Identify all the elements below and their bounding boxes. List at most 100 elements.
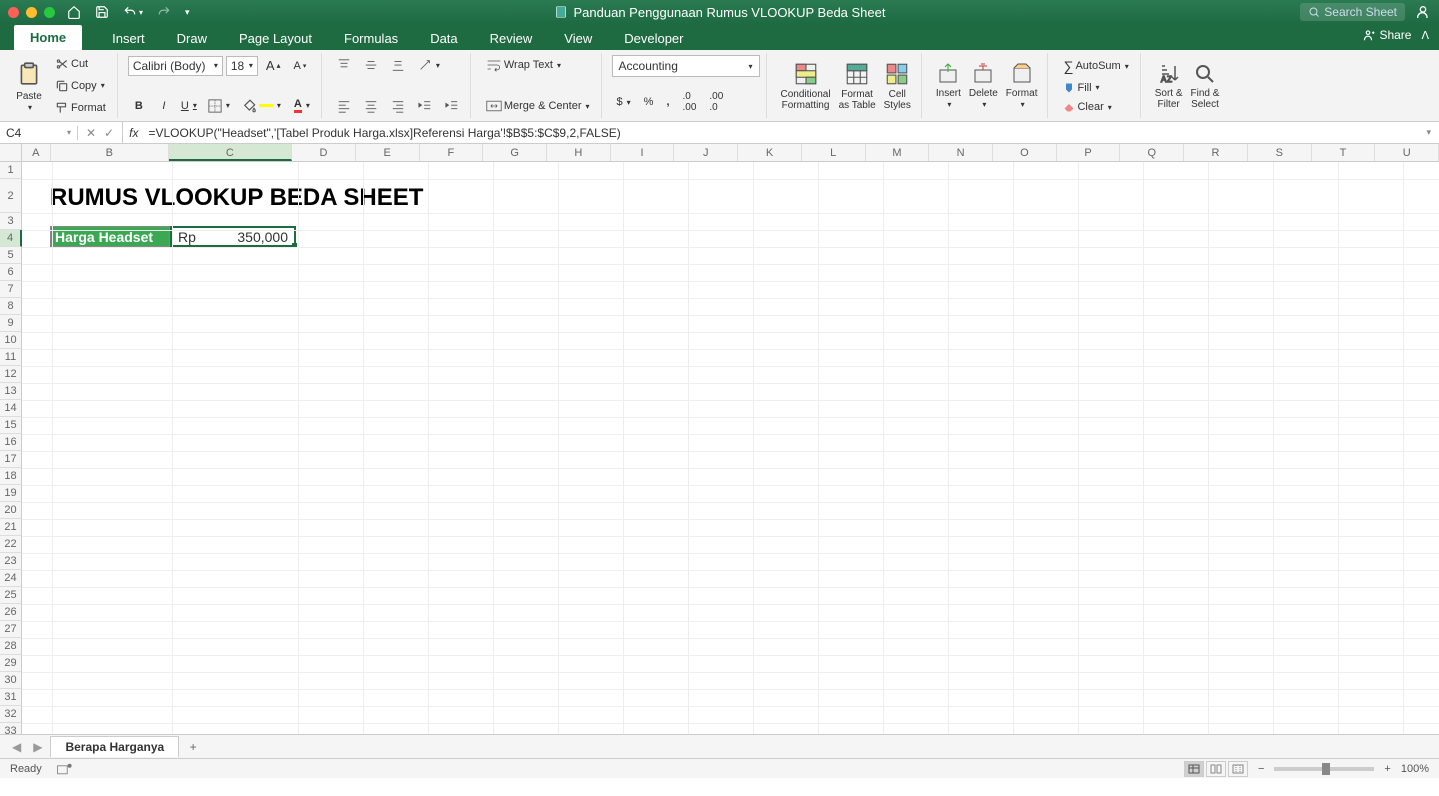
redo-icon[interactable] — [157, 5, 171, 19]
col-header-F[interactable]: F — [420, 144, 484, 161]
sheet-nav-prev-icon[interactable]: ◀ — [8, 740, 25, 754]
increase-font-button[interactable]: A▴ — [261, 55, 286, 76]
decrease-decimal-button[interactable]: .00.0 — [704, 88, 728, 116]
align-middle-button[interactable] — [359, 55, 383, 75]
col-header-R[interactable]: R — [1184, 144, 1248, 161]
row-header-12[interactable]: 12 — [0, 366, 22, 383]
row-header-23[interactable]: 23 — [0, 553, 22, 570]
clear-button[interactable]: Clear▾ — [1058, 98, 1133, 116]
add-sheet-button[interactable]: + — [183, 737, 203, 757]
format-as-table-button[interactable]: Format as Table — [835, 59, 880, 113]
search-sheet-input[interactable]: Search Sheet — [1300, 3, 1405, 21]
col-header-J[interactable]: J — [674, 144, 738, 161]
col-header-N[interactable]: N — [929, 144, 993, 161]
delete-cells-button[interactable]: Delete▾ — [965, 60, 1002, 112]
row-header-2[interactable]: 2 — [0, 179, 22, 213]
currency-button[interactable]: $▾ — [612, 93, 636, 111]
wrap-text-button[interactable]: Wrap Text▾ — [481, 55, 595, 75]
fx-icon[interactable]: fx — [123, 126, 144, 140]
tab-formulas[interactable]: Formulas — [342, 27, 400, 50]
fill-color-button[interactable]: ▾ — [238, 96, 286, 116]
row-header-10[interactable]: 10 — [0, 332, 22, 349]
decrease-font-button[interactable]: A▾ — [289, 57, 312, 75]
row-header-11[interactable]: 11 — [0, 349, 22, 366]
align-center-button[interactable] — [359, 96, 383, 116]
tab-draw[interactable]: Draw — [175, 27, 209, 50]
increase-decimal-button[interactable]: .0.00 — [678, 88, 702, 116]
conditional-formatting-button[interactable]: Conditional Formatting — [777, 59, 835, 113]
spreadsheet-grid[interactable]: ABCDEFGHIJKLMNOPQRSTU 123456789101112131… — [0, 144, 1439, 734]
save-icon[interactable] — [95, 5, 109, 19]
col-header-A[interactable]: A — [22, 144, 51, 161]
tab-review[interactable]: Review — [488, 27, 535, 50]
fill-button[interactable]: Fill▾ — [1058, 79, 1133, 97]
col-header-I[interactable]: I — [611, 144, 675, 161]
row-header-25[interactable]: 25 — [0, 587, 22, 604]
row-header-24[interactable]: 24 — [0, 570, 22, 587]
close-window-button[interactable] — [8, 7, 19, 18]
find-select-button[interactable]: Find & Select — [1187, 60, 1224, 112]
zoom-slider[interactable] — [1274, 767, 1374, 771]
row-header-20[interactable]: 20 — [0, 502, 22, 519]
row-header-16[interactable]: 16 — [0, 434, 22, 451]
col-header-P[interactable]: P — [1057, 144, 1121, 161]
share-button[interactable]: Share — [1361, 28, 1411, 42]
align-top-button[interactable] — [332, 55, 356, 75]
home-icon[interactable] — [67, 5, 81, 19]
number-format-select[interactable]: Accounting▾ — [612, 55, 760, 77]
select-all-corner[interactable] — [0, 144, 22, 161]
col-header-H[interactable]: H — [547, 144, 611, 161]
paste-button[interactable]: Paste▾ — [12, 55, 46, 116]
cancel-formula-icon[interactable]: ✕ — [86, 126, 96, 140]
sheet-nav-next-icon[interactable]: ▶ — [29, 740, 46, 754]
row-header-6[interactable]: 6 — [0, 264, 22, 281]
cut-button[interactable]: Cut — [50, 54, 111, 74]
sort-filter-button[interactable]: AZSort & Filter — [1151, 60, 1187, 112]
row-header-27[interactable]: 27 — [0, 621, 22, 638]
minimize-window-button[interactable] — [26, 7, 37, 18]
row-header-15[interactable]: 15 — [0, 417, 22, 434]
col-header-B[interactable]: B — [51, 144, 169, 161]
tab-data[interactable]: Data — [428, 27, 459, 50]
col-header-K[interactable]: K — [738, 144, 802, 161]
row-header-31[interactable]: 31 — [0, 689, 22, 706]
page-layout-view-button[interactable] — [1206, 761, 1226, 777]
percent-button[interactable]: % — [639, 93, 659, 111]
row-header-22[interactable]: 22 — [0, 536, 22, 553]
row-header-4[interactable]: 4 — [0, 230, 22, 247]
italic-button[interactable]: I — [153, 97, 175, 115]
row-header-5[interactable]: 5 — [0, 247, 22, 264]
bold-button[interactable]: B — [128, 97, 150, 115]
row-header-18[interactable]: 18 — [0, 468, 22, 485]
col-header-G[interactable]: G — [483, 144, 547, 161]
underline-button[interactable]: U▾ — [178, 97, 200, 115]
row-header-28[interactable]: 28 — [0, 638, 22, 655]
maximize-window-button[interactable] — [44, 7, 55, 18]
name-box[interactable]: C4▾ — [0, 126, 78, 140]
orientation-button[interactable]: ▾ — [413, 55, 445, 75]
font-color-button[interactable]: A▾ — [289, 95, 315, 116]
col-header-E[interactable]: E — [356, 144, 420, 161]
col-header-C[interactable]: C — [169, 144, 293, 161]
normal-view-button[interactable] — [1184, 761, 1204, 777]
formula-input[interactable]: =VLOOKUP("Headset",'[Tabel Produk Harga.… — [144, 126, 1418, 140]
cell-styles-button[interactable]: Cell Styles — [880, 59, 915, 113]
align-left-button[interactable] — [332, 96, 356, 116]
col-header-D[interactable]: D — [292, 144, 356, 161]
row-header-19[interactable]: 19 — [0, 485, 22, 502]
row-header-1[interactable]: 1 — [0, 162, 22, 179]
increase-indent-button[interactable] — [440, 96, 464, 116]
macro-recording-icon[interactable] — [56, 762, 72, 776]
col-header-M[interactable]: M — [866, 144, 930, 161]
row-header-9[interactable]: 9 — [0, 315, 22, 332]
col-header-L[interactable]: L — [802, 144, 866, 161]
merge-center-button[interactable]: Merge & Center▾ — [481, 96, 595, 116]
tab-view[interactable]: View — [562, 27, 594, 50]
autosum-button[interactable]: ∑AutoSum▾ — [1058, 55, 1133, 77]
row-header-14[interactable]: 14 — [0, 400, 22, 417]
zoom-out-button[interactable]: − — [1258, 763, 1264, 775]
tab-home[interactable]: Home — [14, 25, 82, 50]
align-bottom-button[interactable] — [386, 55, 410, 75]
comma-button[interactable]: , — [661, 93, 674, 111]
tab-developer[interactable]: Developer — [622, 27, 685, 50]
